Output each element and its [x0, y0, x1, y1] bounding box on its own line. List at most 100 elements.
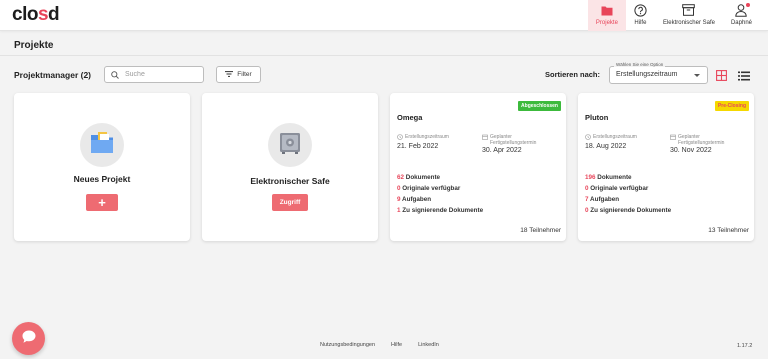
- safe-icon: [278, 131, 302, 160]
- stat-value: 0: [397, 185, 401, 192]
- search-icon: [111, 66, 119, 84]
- stat-to-sign: 0 Zu signierende Dokumente: [585, 205, 671, 216]
- notification-dot: [746, 3, 750, 7]
- main-nav: Projekte Hilfe Elektronischer Safe Daphn…: [587, 0, 760, 31]
- logo-text-part: d: [48, 4, 60, 25]
- nav-label: Elektronischer Safe: [662, 20, 715, 26]
- folder-icon: [601, 3, 613, 17]
- created-info: Erstellungszeitraum 18. Aug 2022: [585, 134, 637, 150]
- nav-item-projekte[interactable]: Projekte: [587, 0, 626, 31]
- nav-label: Daphné: [730, 20, 752, 26]
- created-label: Erstellungszeitraum: [405, 134, 449, 140]
- status-badge: Pre-Closing: [714, 101, 749, 111]
- sort-select-value: Erstellungszeitraum: [616, 71, 678, 78]
- stat-originals: 0 Originale verfügbar: [585, 183, 671, 194]
- nav-item-elektronischer-safe[interactable]: Elektronischer Safe: [655, 0, 723, 31]
- help-icon: [634, 3, 647, 17]
- stat-to-sign: 1 Zu signierende Dokumente: [397, 205, 483, 216]
- footer-link-terms[interactable]: Nutzungsbedingungen: [320, 342, 375, 348]
- new-project-illustration: [80, 123, 124, 167]
- stat-value: 0: [585, 185, 589, 192]
- status-badge: Abgeschlossen: [518, 101, 561, 111]
- project-name: Pluton: [585, 113, 609, 122]
- project-card-omega[interactable]: Abgeschlossen Omega Erstellungszeitraum …: [390, 93, 566, 241]
- stat-label: Zu signierende Dokumente: [590, 207, 672, 214]
- stat-value: 0: [585, 207, 589, 214]
- filter-icon: [225, 70, 237, 79]
- members-count: 13 Teilnehmer: [708, 227, 749, 234]
- stat-label: Originale verfügbar: [402, 185, 461, 192]
- project-manager-count: Projektmanager (2): [14, 70, 91, 80]
- caret-down-icon: [694, 74, 700, 77]
- safe-access-button[interactable]: Zugriff: [272, 194, 308, 211]
- members-count: 18 Teilnehmer: [520, 227, 561, 234]
- footer-links: Nutzungsbedingungen Hilfe LinkedIn: [320, 342, 455, 348]
- electronic-safe-card[interactable]: Elektronischer Safe Zugriff: [202, 93, 378, 241]
- top-navigation-bar: clo s d Projekte Hilfe Elektronischer Safe: [0, 0, 768, 31]
- planned-label-line2: Fertigstellungstermin: [678, 140, 725, 146]
- calendar-icon: [670, 134, 678, 142]
- archive-icon: [682, 3, 696, 17]
- stat-value: 9: [397, 196, 401, 203]
- grid-view-icon[interactable]: [716, 68, 727, 86]
- project-stats: 62 Dokumente 0 Originale verfügbar 9 Auf…: [397, 172, 483, 216]
- list-view-icon[interactable]: [738, 68, 750, 86]
- nav-label: Hilfe: [634, 20, 647, 26]
- logo-text-part: clo: [12, 4, 38, 25]
- search-field[interactable]: [104, 66, 204, 83]
- calendar-icon: [482, 134, 490, 142]
- stat-documents: 196 Dokumente: [585, 172, 671, 183]
- project-stats: 196 Dokumente 0 Originale verfügbar 7 Au…: [585, 172, 671, 216]
- created-info: Erstellungszeitraum 21. Feb 2022: [397, 134, 449, 150]
- stat-label: Dokumente: [597, 174, 632, 181]
- stat-label: Aufgaben: [590, 196, 620, 203]
- created-label: Erstellungszeitraum: [593, 134, 637, 140]
- sort-select[interactable]: Wählen Sie eine Option Erstellungszeitra…: [609, 62, 708, 84]
- stat-tasks: 9 Aufgaben: [397, 194, 483, 205]
- planned-label-line2: Fertigstellungstermin: [490, 140, 537, 146]
- logo-text-accent: s: [37, 4, 49, 25]
- chat-bubble-icon: [21, 329, 37, 349]
- folder-icon: [89, 131, 115, 160]
- planned-info: Geplanter Fertigstellungstermin 30. Apr 2…: [482, 134, 536, 154]
- stat-originals: 0 Originale verfügbar: [397, 183, 483, 194]
- sort-label: Sortieren nach:: [545, 70, 601, 79]
- sort-select-legend: Wählen Sie eine Option: [614, 62, 666, 67]
- chat-button[interactable]: [12, 322, 45, 355]
- stat-tasks: 7 Aufgaben: [585, 194, 671, 205]
- new-project-card[interactable]: Neues Projekt +: [14, 93, 190, 241]
- project-name: Omega: [397, 113, 423, 122]
- nav-item-hilfe[interactable]: Hilfe: [626, 0, 655, 31]
- safe-title: Elektronischer Safe: [250, 176, 330, 186]
- add-project-button[interactable]: +: [86, 194, 118, 211]
- safe-illustration: [268, 123, 312, 167]
- stat-value: 7: [585, 196, 589, 203]
- project-card-pluton[interactable]: Pre-Closing Pluton Erstellungszeitraum 1…: [578, 93, 754, 241]
- page-title: Projekte: [14, 40, 54, 51]
- search-input[interactable]: [125, 71, 195, 78]
- stat-label: Aufgaben: [402, 196, 432, 203]
- header-divider: [0, 55, 768, 56]
- footer-link-linkedin[interactable]: LinkedIn: [418, 342, 439, 348]
- footer-link-help[interactable]: Hilfe: [391, 342, 402, 348]
- planned-date: 30. Apr 2022: [482, 147, 522, 154]
- created-date: 21. Feb 2022: [397, 143, 439, 150]
- filter-label: Filter: [237, 71, 252, 78]
- stat-documents: 62 Dokumente: [397, 172, 483, 183]
- stat-label: Originale verfügbar: [590, 185, 649, 192]
- app-version: 1.17.2: [737, 343, 753, 349]
- clock-icon: [585, 134, 593, 142]
- created-date: 18. Aug 2022: [585, 143, 627, 150]
- stat-label: Zu signierende Dokumente: [402, 207, 484, 214]
- stat-label: Dokumente: [405, 174, 441, 181]
- closd-logo[interactable]: clo s d: [12, 4, 60, 26]
- stat-value: 196: [585, 174, 596, 181]
- stat-value: 1: [397, 207, 401, 214]
- nav-item-user[interactable]: Daphné: [723, 0, 760, 31]
- planned-info: Geplanter Fertigstellungstermin 30. Nov 2…: [670, 134, 724, 154]
- planned-date: 30. Nov 2022: [670, 147, 712, 154]
- new-project-title: Neues Projekt: [73, 174, 131, 184]
- filter-button[interactable]: Filter: [216, 66, 261, 83]
- clock-icon: [397, 134, 405, 142]
- stat-value: 62: [397, 174, 405, 181]
